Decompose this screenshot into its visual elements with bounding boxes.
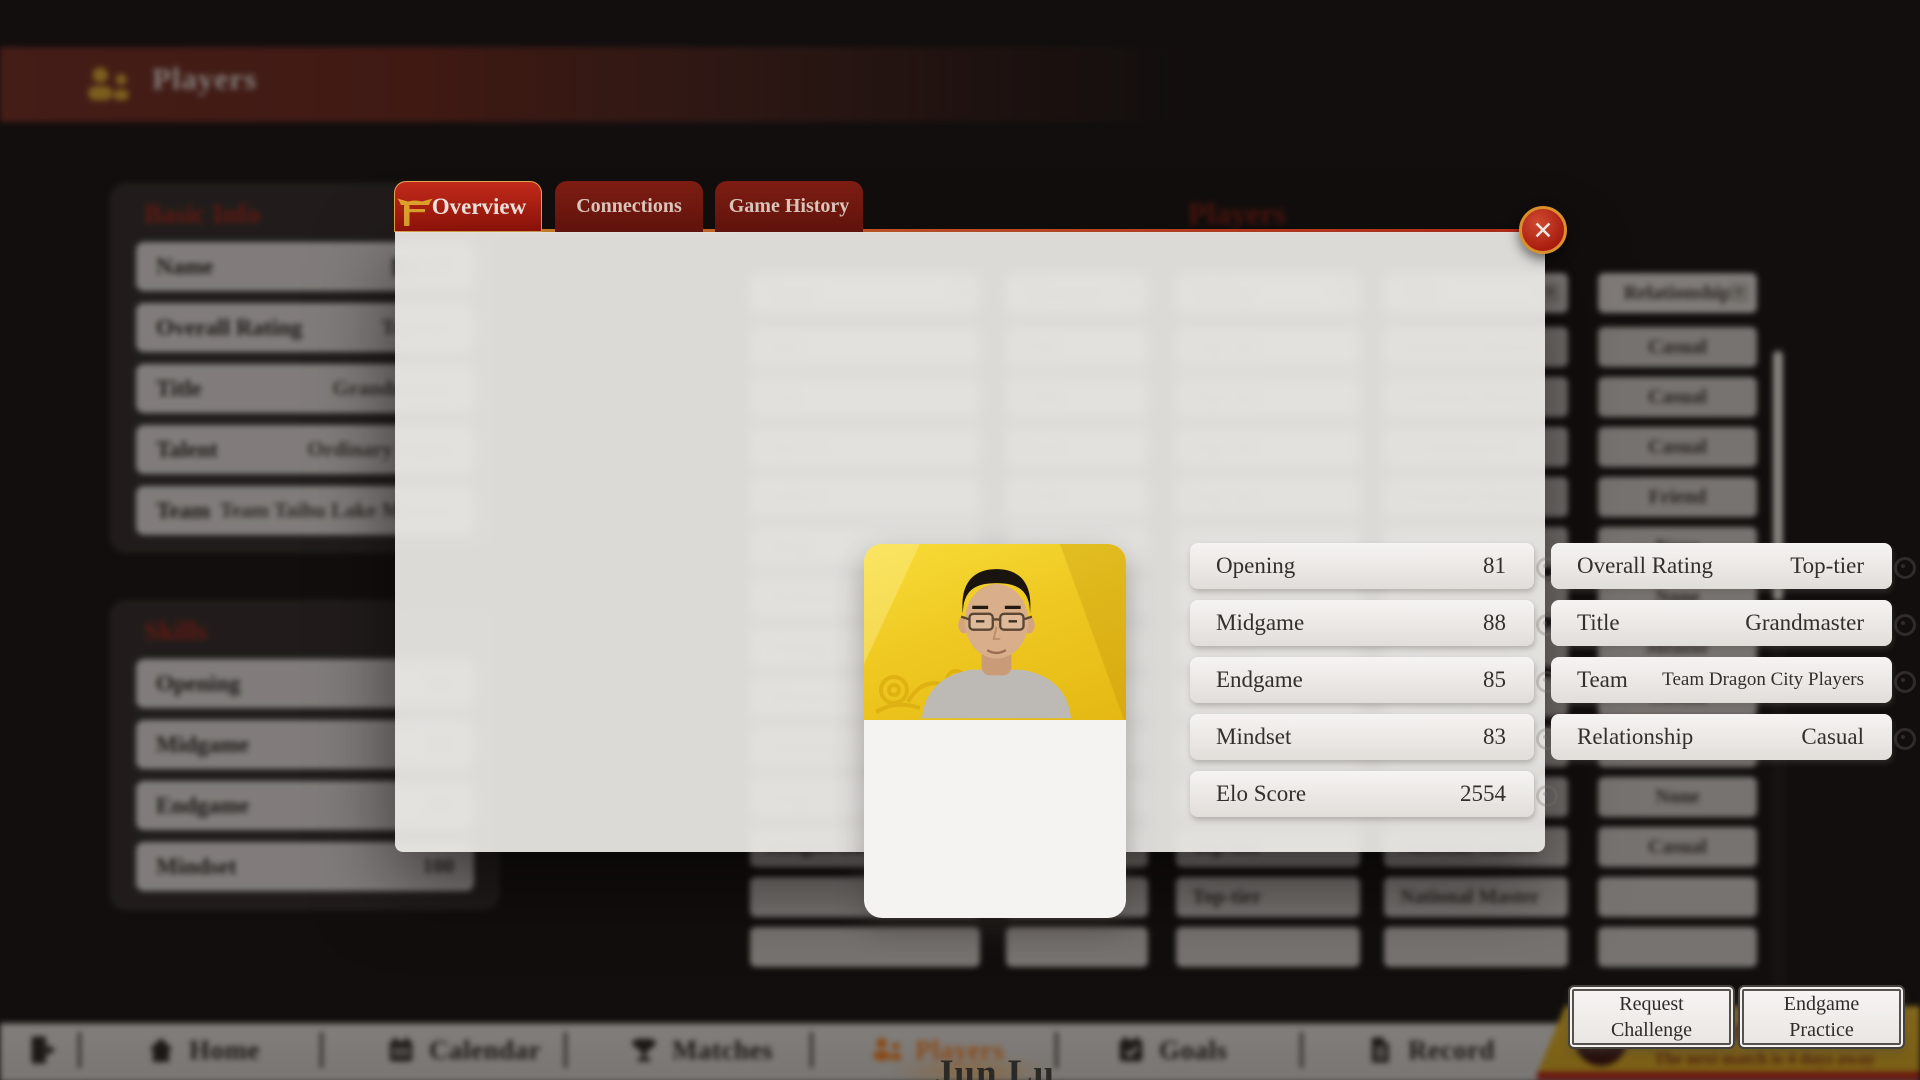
endgame-practice-button[interactable]: Endgame Practice — [1738, 985, 1905, 1049]
cloud-swirl-ornament — [1536, 785, 1558, 807]
close-icon: ✕ — [1533, 218, 1554, 243]
tab-overview[interactable]: Overview — [394, 181, 542, 232]
request-challenge-button[interactable]: Request Challenge — [1568, 985, 1735, 1049]
stat-row: Midgame 88 — [1190, 600, 1534, 646]
tab-connections[interactable]: Connections — [555, 181, 703, 232]
gate-icon — [397, 195, 433, 229]
tab-label: Overview — [432, 194, 527, 220]
app-root: Players Basic Info Name魏文杰Overall Rating… — [0, 0, 1920, 1080]
stat-row-value: 2554 — [1460, 781, 1506, 807]
stat-row: Elo Score 2554 — [1190, 771, 1534, 817]
stat-row-value: 88 — [1483, 610, 1506, 636]
player-photo-figure — [894, 558, 1099, 720]
attribute-row-label: Overall Rating — [1577, 553, 1713, 579]
attribute-row: Title Grandmaster — [1551, 600, 1892, 646]
player-card: Jun Lu Youngest grandmaster The Little G… — [864, 544, 1126, 918]
attribute-row-value: Grandmaster — [1745, 610, 1864, 636]
player-detail-modal: Jun Lu Youngest grandmaster The Little G… — [395, 232, 1545, 852]
cloud-swirl-ornament — [1894, 671, 1916, 693]
stat-row: Endgame 85 — [1190, 657, 1534, 703]
stat-row-label: Midgame — [1216, 610, 1304, 636]
tab-game-history[interactable]: Game History — [715, 181, 863, 232]
stat-row: Opening 81 — [1190, 543, 1534, 589]
stat-row-label: Endgame — [1216, 667, 1303, 693]
attribute-row-value: Top-tier — [1790, 553, 1864, 579]
player-stats: Opening 81 Midgame 88 Endgame 85 Mindset 83 Elo … — [1190, 543, 1534, 817]
stat-row: Mindset 83 — [1190, 714, 1534, 760]
stat-row-value: 81 — [1483, 553, 1506, 579]
tab-label: Connections — [576, 195, 682, 218]
attribute-row-label: Team — [1577, 667, 1628, 693]
cloud-swirl-ornament — [1894, 557, 1916, 579]
player-name: Jun Lu — [864, 1052, 1126, 1080]
attribute-row-value: Team Dragon City Players — [1662, 669, 1864, 691]
attribute-row: Overall Rating Top-tier — [1551, 543, 1892, 589]
attribute-row: Team Team Dragon City Players — [1551, 657, 1892, 703]
cloud-swirl-ornament — [1894, 728, 1916, 750]
stat-row-label: Opening — [1216, 553, 1295, 579]
attribute-row-label: Relationship — [1577, 724, 1693, 750]
player-modal-layer: Overview Connections Game History — [0, 0, 1920, 1080]
stat-row-value: 83 — [1483, 724, 1506, 750]
tab-label: Game History — [729, 195, 850, 218]
stat-row-value: 85 — [1483, 667, 1506, 693]
player-portrait — [864, 544, 1126, 720]
stat-row-label: Elo Score — [1216, 781, 1306, 807]
player-attributes: Overall Rating Top-tier Title Grandmaster Te… — [1551, 543, 1892, 760]
stat-row-label: Mindset — [1216, 724, 1291, 750]
close-button[interactable]: ✕ — [1519, 206, 1567, 254]
attribute-row-value: Casual — [1801, 724, 1864, 750]
attribute-row: Relationship Casual — [1551, 714, 1892, 760]
attribute-row-label: Title — [1577, 610, 1620, 636]
cloud-swirl-ornament — [1894, 614, 1916, 636]
